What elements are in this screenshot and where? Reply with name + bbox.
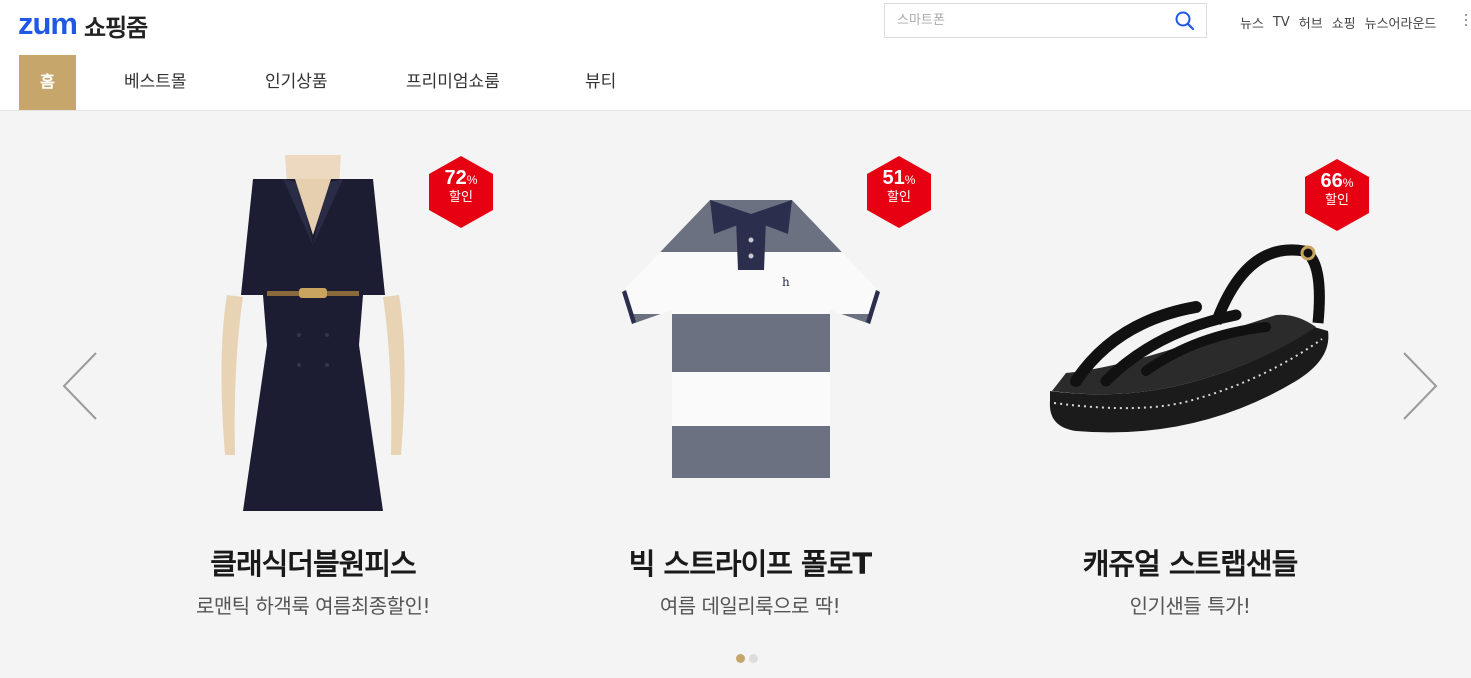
category-nav: 홈 베스트몰 인기상품 프리미엄쇼룸 뷰티 (0, 55, 1471, 111)
carousel-pagination (736, 654, 762, 663)
nav-item-popular[interactable]: 인기상품 (265, 55, 328, 110)
product-subtitle: 로맨틱 하객룩 여름최종할인! (195, 594, 431, 618)
discount-label: 할인 (887, 190, 911, 205)
top-link-hub[interactable]: 허브 (1299, 13, 1323, 32)
chevron-left-icon (62, 352, 97, 420)
product-card[interactable]: h 51% 할인 빅 스트라이프 폴로T 여름 데일리룩으로 딱! (540, 111, 960, 678)
product-title: 캐쥬얼 스트랩샌들 (1082, 547, 1299, 581)
svg-text:h: h (782, 275, 790, 289)
top-link-news[interactable]: 뉴스 (1240, 13, 1264, 32)
search-button[interactable] (1174, 10, 1196, 32)
product-subtitle: 인기샌들 특가! (1129, 594, 1251, 618)
top-service-links: 뉴스 TV 허브 쇼핑 뉴스어라운드 (1240, 13, 1445, 32)
discount-badge: 51% 할인 (865, 154, 933, 230)
product-card[interactable]: 72% 할인 클래식더블원피스 로맨틱 하객룩 여름최종할인! (103, 111, 523, 678)
nav-item-best-mall[interactable]: 베스트몰 (124, 55, 187, 110)
search-input[interactable] (897, 4, 1157, 37)
discount-label: 할인 (449, 190, 473, 205)
nav-item-beauty[interactable]: 뷰티 (585, 55, 616, 110)
striped-polo-image: h (622, 200, 880, 478)
product-subtitle: 여름 데일리룩으로 딱! (659, 594, 841, 618)
carousel-next-button[interactable] (1400, 351, 1440, 421)
navy-dress-image (221, 155, 405, 511)
search-icon (1175, 11, 1195, 31)
nav-item-premium-showroom[interactable]: 프리미엄쇼룸 (406, 55, 500, 110)
carousel-prev-button[interactable] (60, 351, 100, 421)
nav-item-home[interactable]: 홈 (19, 55, 76, 110)
discount-label: 할인 (1325, 193, 1349, 208)
discount-badge: 66% 할인 (1303, 157, 1371, 233)
logo-service-name: 쇼핑줌 (84, 13, 148, 42)
top-link-tv[interactable]: TV (1273, 15, 1290, 30)
product-card[interactable]: 66% 할인 캐쥬얼 스트랩샌들 인기샌들 특가! (980, 111, 1400, 678)
logo-brand: zum (18, 6, 78, 41)
zum-shopping-logo[interactable]: zum 쇼핑줌 (18, 4, 148, 44)
discount-badge: 72% 할인 (427, 154, 495, 230)
product-carousel: 72% 할인 클래식더블원피스 로맨틱 하객룩 여름최종할인! h 51% 할인… (0, 111, 1471, 678)
discount-percent: 51% (882, 167, 916, 189)
chevron-right-icon (1403, 352, 1438, 420)
product-title: 빅 스트라이프 폴로T (628, 547, 872, 581)
top-link-news-around[interactable]: 뉴스어라운드 (1365, 13, 1437, 32)
top-link-shopping[interactable]: 쇼핑 (1332, 13, 1356, 32)
pagination-dot-1[interactable] (736, 654, 745, 663)
pagination-dot-2[interactable] (749, 654, 758, 663)
product-title: 클래식더블원피스 (210, 547, 416, 581)
discount-percent: 72% (444, 167, 478, 189)
more-menu-icon[interactable] (1465, 14, 1468, 28)
header: zum 쇼핑줌 뉴스 TV 허브 쇼핑 뉴스어라운드 (0, 0, 1471, 56)
black-sandal-image (1049, 244, 1329, 433)
discount-percent: 66% (1320, 170, 1354, 192)
search-box (884, 3, 1207, 38)
